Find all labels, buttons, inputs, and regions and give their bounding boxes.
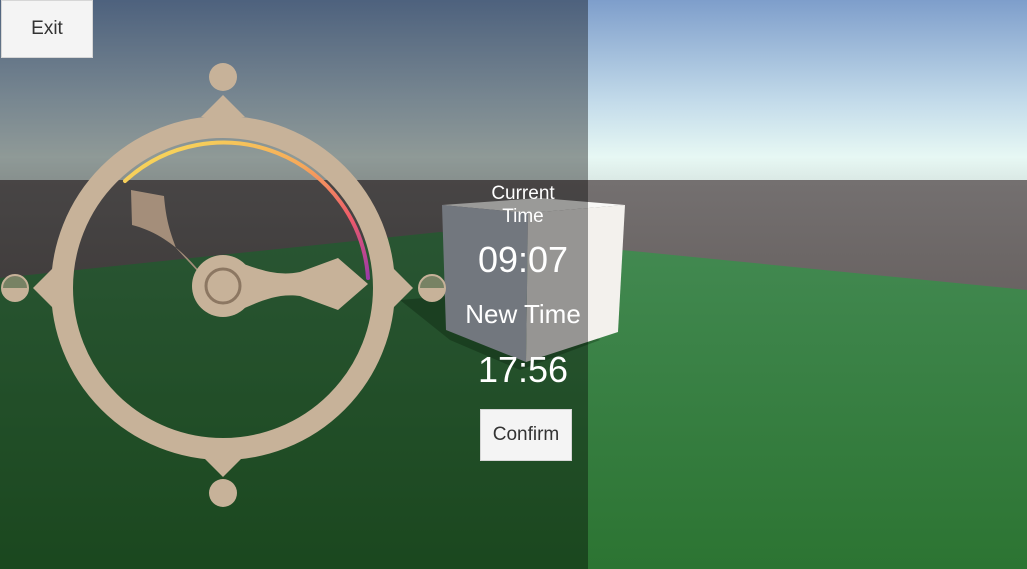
dial-knob-right[interactable] [418,274,446,302]
dial-hub-center [213,276,233,296]
new-time-value: 17:56 [477,349,569,390]
current-time-value: 09:07 [477,239,569,280]
exit-button[interactable]: Exit [1,0,93,58]
dial-knob-bottom[interactable] [209,479,237,507]
confirm-button[interactable]: Confirm [480,409,572,461]
time-dial[interactable] [0,60,450,510]
new-time-label: New Time [465,299,581,329]
current-time-label: Current Time [491,183,555,227]
dial-knob-top[interactable] [209,63,237,91]
dial-pointer-top [201,95,245,117]
dial-knob-left[interactable] [1,274,29,302]
game-viewport: Exit Current Time 09:07 New Time 17:56 C… [0,0,1027,569]
